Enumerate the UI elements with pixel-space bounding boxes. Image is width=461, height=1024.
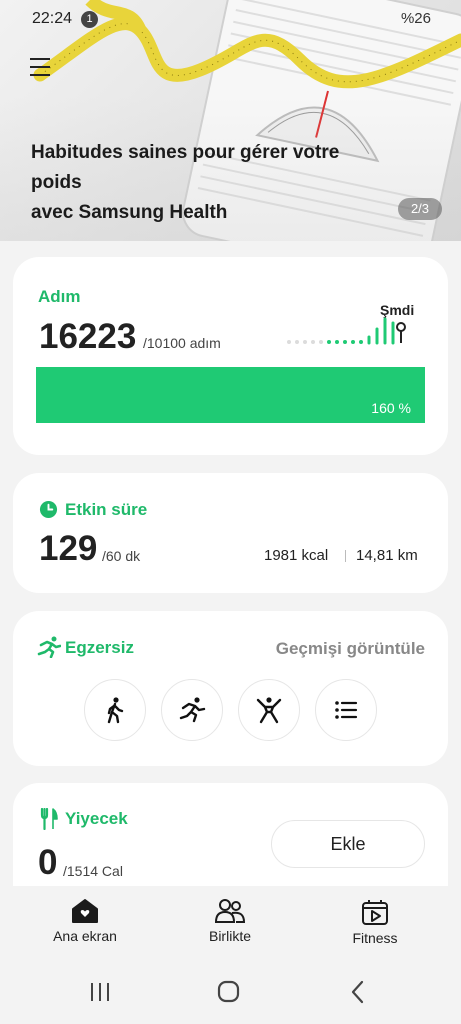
home-icon <box>72 899 98 923</box>
walk-button[interactable] <box>84 679 146 741</box>
status-bar: 22:24 1 %26 <box>0 8 461 32</box>
nav-item-together[interactable]: Birlikte <box>175 898 285 944</box>
notification-badge: 1 <box>81 11 98 28</box>
people-icon <box>215 899 245 923</box>
steps-value: 16223 <box>39 317 137 356</box>
add-food-button[interactable]: Ekle <box>271 820 425 868</box>
system-navigation <box>0 960 461 1024</box>
active-time-title: Etkin süre <box>65 500 148 519</box>
home-circle-icon <box>217 980 240 1003</box>
recent-apps-button[interactable] <box>80 978 120 1006</box>
recent-apps-icon <box>91 983 109 1001</box>
exercise-title: Egzersiz <box>65 638 134 657</box>
run-button[interactable] <box>161 679 223 741</box>
nav-item-home[interactable]: Ana ekran <box>30 898 140 944</box>
nav-label-together: Birlikte <box>208 928 251 944</box>
nav-item-fitness[interactable]: Fitness <box>320 898 430 946</box>
steps-progress-fill <box>36 367 425 423</box>
fitness-icon <box>362 900 388 925</box>
nav-label-fitness: Fitness <box>352 930 398 946</box>
food-title: Yiyecek <box>65 809 128 828</box>
food-goal: /1514 Cal <box>63 863 123 879</box>
workout-icon <box>256 697 282 724</box>
active-time-card[interactable]: Etkin süre 129 /60 dk 1981 kcal 14,81 km <box>13 473 448 593</box>
run-icon <box>179 697 206 723</box>
workout-button[interactable] <box>238 679 300 741</box>
distance-stat: 14,81 km <box>356 547 418 564</box>
view-history-link[interactable]: Geçmişi görüntüle <box>276 639 425 659</box>
steps-goal: /10100 adım <box>143 335 221 351</box>
running-icon <box>37 636 61 658</box>
steps-progress-bar: 160 % <box>36 367 425 423</box>
active-time-goal: /60 dk <box>102 548 141 564</box>
bottom-navigation: Ana ekran Birlikte Fitness <box>0 886 461 956</box>
food-value: 0 <box>38 843 58 882</box>
steps-card[interactable]: Adım 16223 /10100 adım Şmdi 160 % <box>13 257 448 455</box>
walk-icon <box>107 697 124 724</box>
nav-label-home: Ana ekran <box>53 928 117 944</box>
clock-icon <box>39 500 58 519</box>
steps-title: Adım <box>38 287 81 306</box>
hourly-steps-sparkline <box>287 317 406 345</box>
page-indicator: 2/3 <box>398 198 442 220</box>
hero-banner[interactable]: 22:24 1 %26 Habitudes saines pour gérer … <box>0 0 461 241</box>
calories-stat: 1981 kcal <box>264 547 329 564</box>
battery-text: %26 <box>400 10 431 27</box>
menu-icon[interactable] <box>30 58 52 78</box>
stat-divider <box>345 550 346 562</box>
home-button[interactable] <box>209 978 249 1006</box>
hero-title: Habitudes saines pour gérer votre poids … <box>31 142 340 223</box>
exercise-card[interactable]: Egzersiz Geçmişi görüntüle <box>13 611 448 766</box>
back-button[interactable] <box>338 978 378 1006</box>
fork-knife-icon <box>40 808 58 830</box>
exercise-list-button[interactable] <box>315 679 377 741</box>
active-time-value: 129 <box>39 529 98 568</box>
steps-progress-label: 160 % <box>371 400 411 416</box>
status-time: 22:24 <box>32 10 73 27</box>
list-icon <box>335 701 358 719</box>
back-icon <box>351 980 364 1004</box>
